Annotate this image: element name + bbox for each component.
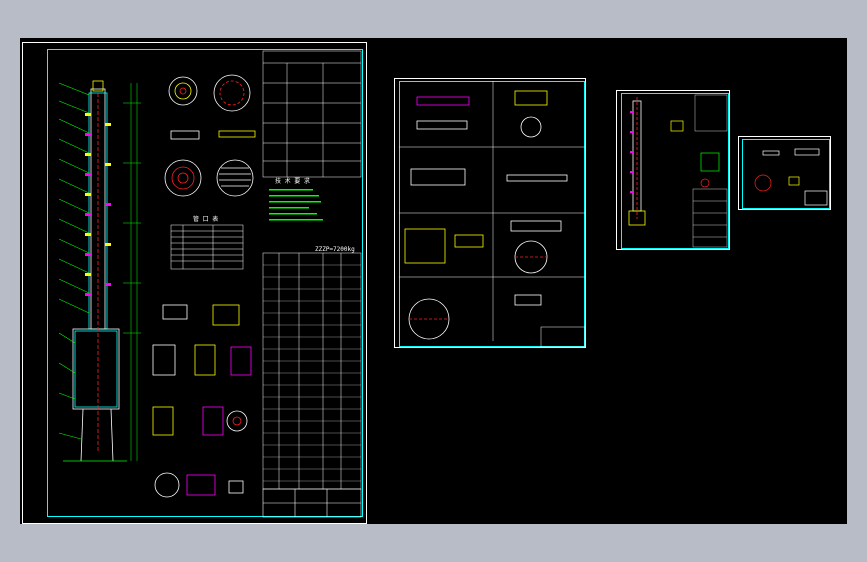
parts-details-title-block: [540, 326, 586, 348]
leader-lines: [58, 82, 90, 440]
parts-list-table: [262, 50, 362, 490]
top-detail-views: [164, 74, 256, 197]
parts-list-rows: [263, 264, 361, 482]
sheet-parts-details[interactable]: [394, 78, 586, 348]
tech-requirements-title: 技 术 要 求: [275, 177, 310, 185]
lower-detail-views: [152, 304, 252, 498]
nozzle-table: [170, 224, 244, 270]
sheet-small-assembly[interactable]: [616, 90, 730, 250]
main-assembly-drawing: 管 口 表 技 术 要 求 ZZZP=7200kg: [58, 50, 362, 518]
title-block: [262, 488, 362, 518]
tower-column: [63, 80, 127, 462]
small-assembly-drawing: [628, 94, 728, 248]
sheet-main-assembly[interactable]: 管 口 表 技 术 要 求 ZZZP=7200kg: [22, 42, 367, 524]
nozzle-table-title: 管 口 表: [193, 215, 218, 223]
detail-drawing: [754, 148, 828, 206]
parts-details-drawing: [399, 81, 586, 348]
cad-model-space[interactable]: 管 口 表 技 术 要 求 ZZZP=7200kg: [20, 38, 847, 524]
tech-requirements-block: [269, 189, 323, 221]
sheet-detail[interactable]: [738, 136, 831, 210]
dimension-lines: [123, 83, 141, 461]
mass-note: ZZZP=7200kg: [315, 246, 355, 253]
